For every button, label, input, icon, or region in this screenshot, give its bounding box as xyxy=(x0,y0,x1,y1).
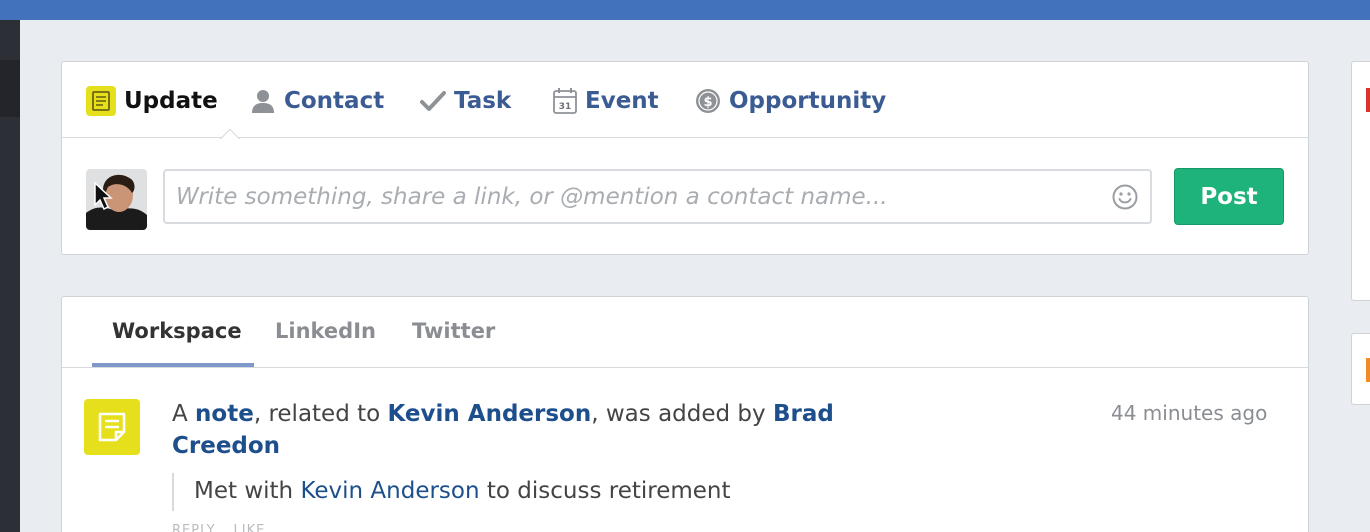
activity-actions: REPLY LIKE xyxy=(172,523,283,532)
tab-task[interactable]: Task xyxy=(420,86,511,116)
reply-link[interactable]: REPLY xyxy=(172,523,216,532)
activity-feed-card: Workspace LinkedIn Twitter A note, relat… xyxy=(61,296,1309,532)
tab-event[interactable]: 31 Event xyxy=(553,86,659,116)
dollar-coin-icon: $ xyxy=(695,88,721,114)
tab-update-label: Update xyxy=(124,88,218,114)
note-body-text: to discuss retirement xyxy=(479,478,731,504)
note-type-icon xyxy=(84,399,140,455)
composer-tabs: Update Contact Task 31 Event $ Opportuni… xyxy=(62,62,1308,138)
contact-link[interactable]: Kevin Anderson xyxy=(388,401,592,427)
tab-task-label: Task xyxy=(454,88,512,114)
activity-summary: A note, related to Kevin Anderson, was a… xyxy=(172,398,912,462)
summary-text: A xyxy=(172,401,196,427)
composer-card: Update Contact Task 31 Event $ Opportuni… xyxy=(61,61,1309,255)
left-nav xyxy=(0,20,20,532)
top-bar xyxy=(0,0,1370,20)
post-button[interactable]: Post xyxy=(1174,168,1284,225)
smiley-icon[interactable] xyxy=(1111,183,1139,211)
active-tab-pointer xyxy=(219,126,241,139)
tab-event-label: Event xyxy=(585,88,659,114)
calendar-icon: 31 xyxy=(553,88,577,114)
tab-opportunity-label: Opportunity xyxy=(729,88,887,114)
tab-contact-label: Contact xyxy=(284,88,385,114)
person-icon xyxy=(250,88,276,114)
note-icon xyxy=(86,86,116,116)
note-body: Met with Kevin Anderson to discuss retir… xyxy=(172,473,731,511)
tab-contact[interactable]: Contact xyxy=(250,86,384,116)
activity-timestamp: 44 minutes ago xyxy=(1111,401,1268,425)
tab-twitter[interactable]: Twitter xyxy=(412,319,495,343)
summary-text: , related to xyxy=(253,401,388,427)
side-card-bottom xyxy=(1351,333,1370,405)
active-tab-underline xyxy=(92,363,254,367)
avatar xyxy=(86,169,147,230)
checkmark-icon xyxy=(420,88,446,114)
side-card-accent-orange xyxy=(1366,358,1370,382)
feed-tabs: Workspace LinkedIn Twitter xyxy=(62,297,1308,368)
side-card-top xyxy=(1351,61,1370,301)
note-link[interactable]: note xyxy=(195,401,254,427)
svg-text:$: $ xyxy=(703,95,712,110)
like-link[interactable]: LIKE xyxy=(234,523,266,532)
tab-update[interactable]: Update xyxy=(86,86,218,116)
tab-opportunity[interactable]: $ Opportunity xyxy=(695,86,886,116)
side-card-accent-red xyxy=(1366,88,1370,112)
tab-workspace[interactable]: Workspace xyxy=(112,319,242,343)
quote-contact-link[interactable]: Kevin Anderson xyxy=(300,478,479,504)
tab-linkedin[interactable]: LinkedIn xyxy=(275,319,376,343)
calendar-day-text: 31 xyxy=(559,102,572,112)
composer-input[interactable] xyxy=(163,169,1152,224)
summary-text: , was added by xyxy=(591,401,773,427)
left-nav-active-item[interactable] xyxy=(0,60,20,117)
note-body-text: Met with xyxy=(194,478,301,504)
